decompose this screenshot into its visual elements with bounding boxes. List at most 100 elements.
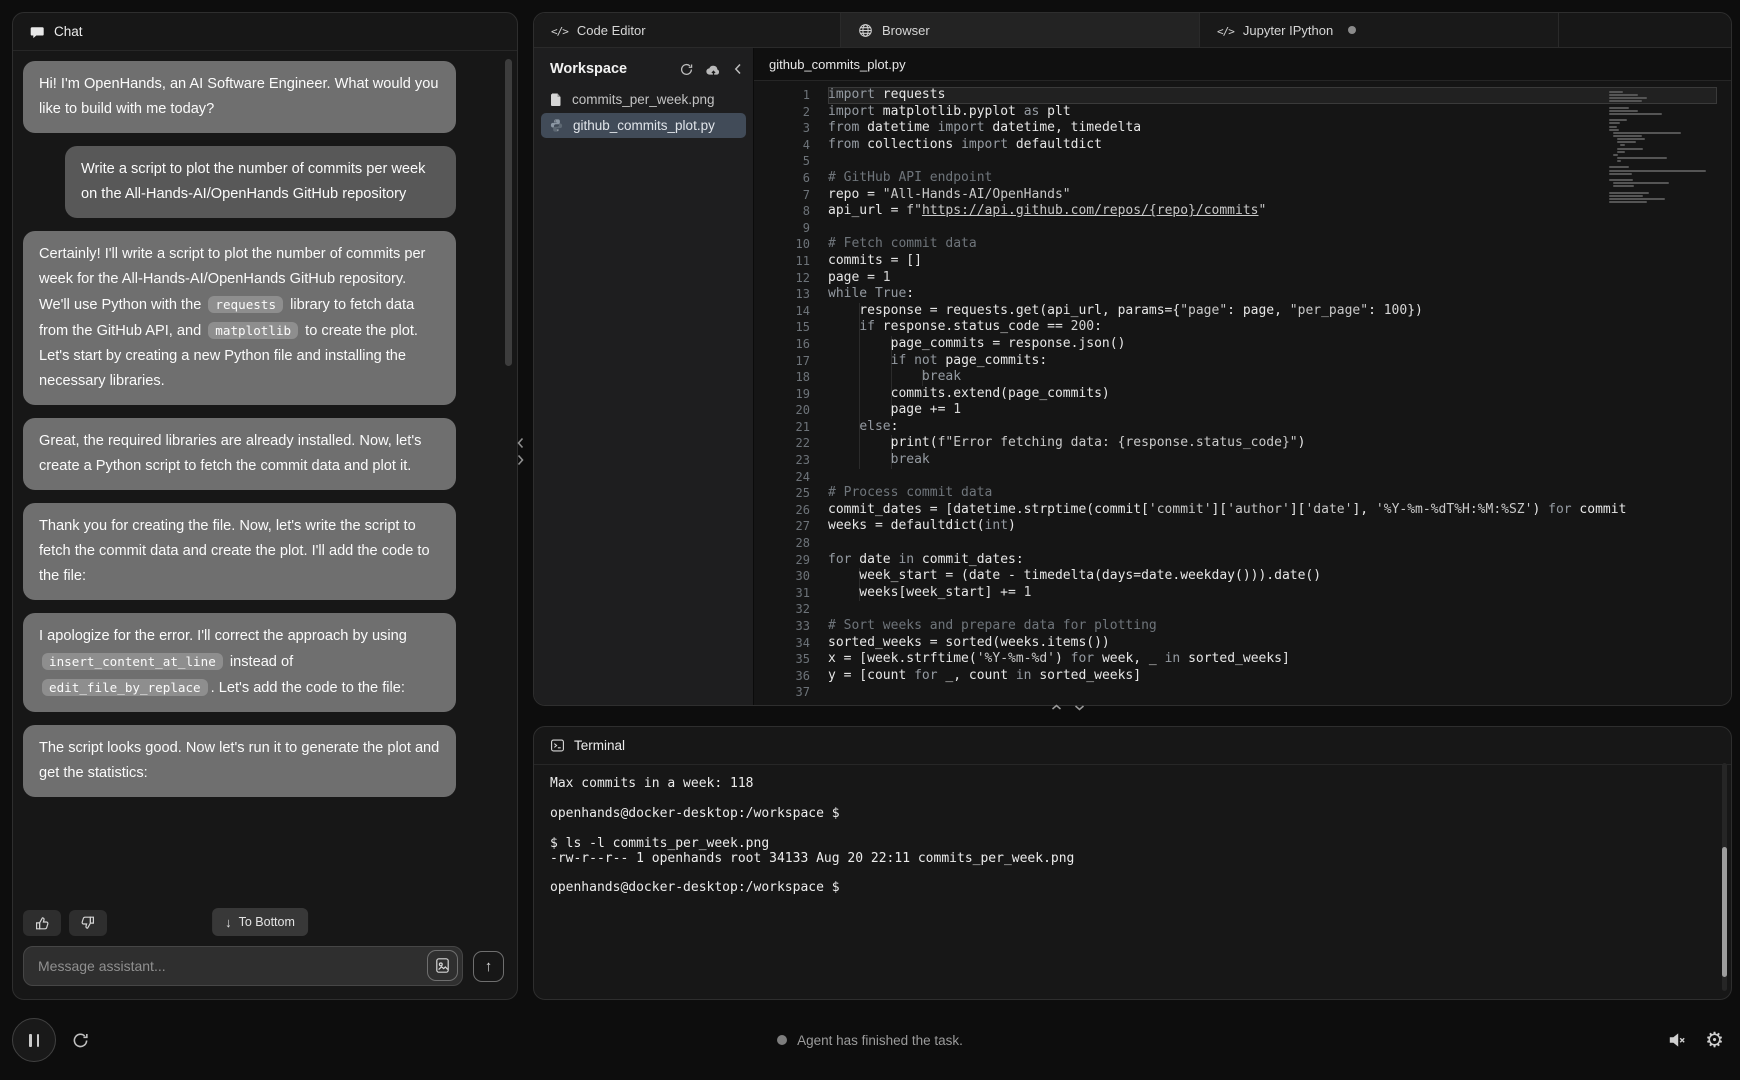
code-line: 32 — [754, 601, 1731, 618]
send-up-arrow-icon: ↑ — [484, 957, 493, 975]
chat-input-row: ↑ — [23, 946, 504, 986]
code-line: 12 page = 1 — [754, 270, 1731, 287]
thumbs-down-button[interactable] — [69, 910, 107, 936]
editor-column: github_commits_plot.py 1 import requests 2… — [754, 48, 1731, 705]
python-file-icon — [549, 118, 564, 133]
code-line: 36 y = [count for _, count in sorted_week… — [754, 668, 1731, 685]
line-number: 10 — [795, 237, 810, 252]
mute-icon — [1667, 1030, 1687, 1050]
expand-up-chevron[interactable] — [1050, 703, 1063, 712]
restart-agent-button[interactable] — [71, 1031, 90, 1050]
tab-jupyter[interactable]: </> Jupyter IPython — [1200, 13, 1559, 47]
image-file-icon — [549, 92, 563, 107]
code-line: 20 page += 1 — [754, 402, 1731, 419]
chat-message-assistant: Certainly! I'll write a script to plot t… — [23, 231, 456, 405]
workspace-title: Workspace — [550, 61, 628, 77]
line-number: 36 — [795, 668, 810, 683]
send-button[interactable]: ↑ — [473, 950, 504, 982]
to-bottom-button[interactable]: ↓ To Bottom — [212, 908, 308, 936]
terminal-output[interactable]: Max commits in a week: 118 openhands@doc… — [534, 765, 1731, 896]
code-line: 25 # Process commit data — [754, 485, 1731, 502]
attach-image-icon — [434, 957, 451, 974]
workspace-header: Workspace — [534, 48, 753, 86]
line-number: 12 — [795, 270, 810, 285]
code-line: 27 weeks = defaultdict(int) — [754, 518, 1731, 535]
line-number: 26 — [795, 502, 810, 517]
attach-image-button[interactable] — [427, 950, 458, 981]
line-number: 16 — [795, 336, 810, 351]
line-number: 9 — [802, 220, 810, 235]
code-line: 34 sorted_weeks = sorted(weeks.items()) — [754, 635, 1731, 652]
minimap[interactable] — [1609, 91, 1725, 207]
thumbs-up-icon — [34, 915, 50, 931]
open-file-tab: github_commits_plot.py — [754, 48, 1731, 81]
tab-label: Browser — [882, 22, 930, 38]
line-number: 35 — [795, 652, 810, 667]
line-number: 37 — [795, 685, 810, 700]
line-number: 27 — [795, 519, 810, 534]
code-line: 22 print(f"Error fetching data: {respons… — [754, 435, 1731, 453]
line-number: 14 — [795, 303, 810, 318]
inline-code: insert_content_at_line — [42, 653, 223, 670]
editor-panel: </> Code Editor Browser </> Jupyter IPython … — [533, 12, 1732, 706]
collapse-sidebar-button[interactable] — [733, 62, 743, 76]
code-line: 33 # Sort weeks and prepare data for plot… — [754, 618, 1731, 635]
open-file-name: github_commits_plot.py — [769, 56, 906, 72]
unsaved-dot-icon — [1348, 26, 1357, 34]
code-icon: </> — [551, 24, 569, 38]
code-editor-area[interactable]: 1 import requests 2 import matplotlib.pyplo… — [754, 81, 1731, 705]
refresh-workspace-button[interactable] — [679, 62, 694, 77]
code-line: 31 weeks[week_start] += 1 — [754, 584, 1731, 602]
mute-button[interactable] — [1667, 1030, 1687, 1050]
inline-code: requests — [208, 296, 284, 313]
file-item[interactable]: github_commits_plot.py — [541, 113, 746, 138]
refresh-icon — [71, 1031, 90, 1050]
line-number: 25 — [795, 486, 810, 501]
code-line: 24 — [754, 469, 1731, 486]
line-number: 15 — [795, 320, 810, 335]
line-number: 3 — [802, 121, 810, 136]
collapse-down-chevron[interactable] — [1073, 703, 1086, 712]
code-line: 17 if not page_commits: — [754, 352, 1731, 370]
chat-panel: Chat Hi! I'm OpenHands, an AI Software E… — [12, 12, 518, 1000]
terminal-scrollbar-thumb[interactable] — [1722, 847, 1727, 977]
tab-code-editor[interactable]: </> Code Editor — [534, 13, 841, 47]
agent-controls — [12, 1008, 90, 1072]
line-number: 20 — [795, 403, 810, 418]
line-number: 21 — [795, 419, 810, 434]
thumbs-up-button[interactable] — [23, 910, 61, 936]
line-number: 6 — [802, 170, 810, 185]
gear-icon: ⚙ — [1705, 1028, 1724, 1052]
file-list: commits_per_week.png github_commits_plot.… — [534, 87, 753, 138]
code-line: 6 # GitHub API endpoint — [754, 170, 1731, 187]
line-number: 8 — [802, 204, 810, 219]
code-line: 4 from collections import defaultdict — [754, 137, 1731, 154]
agent-status-dot — [777, 1035, 788, 1045]
tab-bar: </> Code Editor Browser </> Jupyter IPython — [534, 13, 1731, 48]
line-number: 11 — [795, 253, 810, 268]
terminal-panel: Terminal Max commits in a week: 118 open… — [533, 726, 1732, 1000]
expand-right-chevron[interactable] — [515, 453, 526, 467]
file-item[interactable]: commits_per_week.png — [541, 87, 746, 112]
line-number: 18 — [795, 370, 810, 385]
file-name: commits_per_week.png — [572, 92, 715, 107]
line-number: 23 — [795, 453, 810, 468]
chat-bubble-icon — [29, 24, 45, 40]
code-line: 14 response = requests.get(api_url, para… — [754, 302, 1731, 320]
refresh-icon — [679, 62, 694, 77]
upload-files-button[interactable] — [705, 62, 722, 77]
inline-code: edit_file_by_replace — [42, 679, 208, 696]
terminal-title: Terminal — [574, 738, 626, 753]
chat-scrollbar[interactable] — [505, 59, 512, 366]
code-line: 16 page_commits = response.json() — [754, 335, 1731, 353]
collapse-left-chevron[interactable] — [515, 436, 526, 450]
down-arrow-icon: ↓ — [225, 914, 232, 930]
code-line: 10 # Fetch commit data — [754, 236, 1731, 253]
pause-button[interactable] — [12, 1018, 56, 1062]
line-number: 13 — [795, 287, 810, 302]
code-line: 23 break — [754, 452, 1731, 469]
tab-browser[interactable]: Browser — [841, 13, 1200, 47]
settings-button[interactable]: ⚙ — [1705, 1028, 1724, 1052]
message-input[interactable] — [23, 946, 463, 986]
code-icon: </> — [1217, 24, 1235, 38]
